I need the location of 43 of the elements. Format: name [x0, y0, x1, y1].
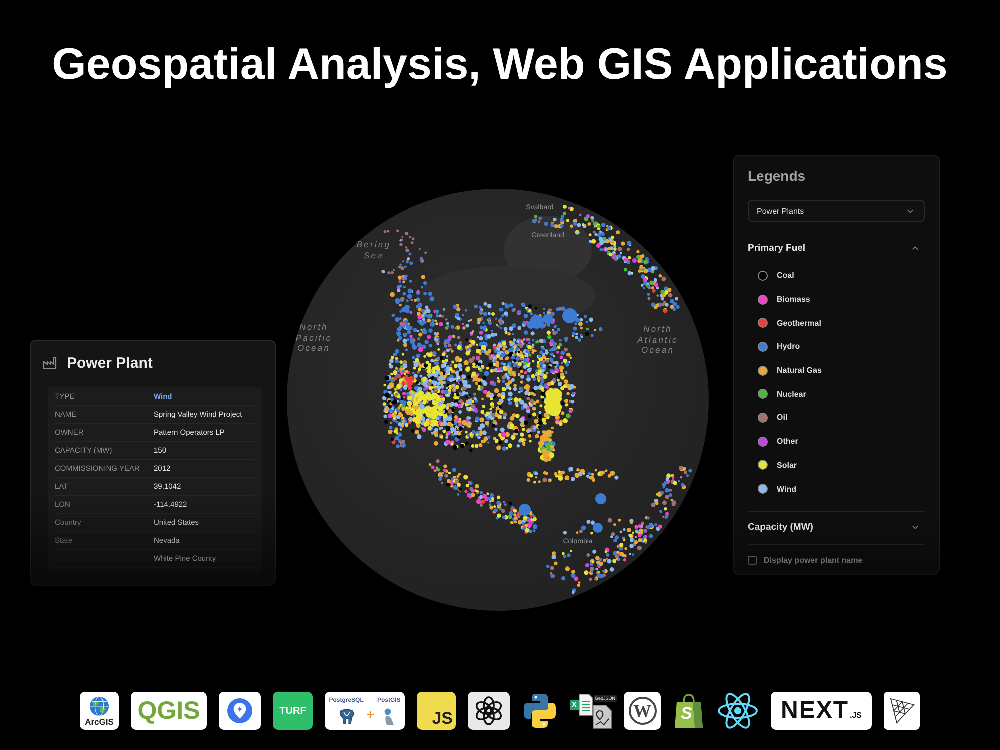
factory-icon — [43, 356, 57, 370]
panel-title: Legends — [748, 167, 806, 186]
logo-tile: QGIS — [131, 692, 207, 730]
figure-icon — [382, 708, 396, 726]
section-header[interactable]: Capacity (MW) — [748, 520, 925, 536]
legend-label: Oil — [777, 413, 788, 422]
logo-caption: ArcGIS — [85, 716, 114, 726]
letter-ring-logo: W — [628, 697, 656, 725]
knot-logo-icon — [468, 692, 510, 730]
checkbox[interactable] — [748, 556, 757, 565]
layer-dropdown[interactable]: Power Plants — [748, 200, 925, 222]
panel-title: Power Plant — [67, 354, 153, 372]
logo-wordmark: NEXT — [780, 698, 849, 724]
page-title: Geospatial Analysis, Web GIS Applications — [52, 40, 948, 90]
pin-bubble-icon — [219, 692, 261, 730]
map-label: North Atlantic Ocean — [638, 324, 678, 356]
snake-logo-icon — [522, 692, 558, 730]
legend-label: Wind — [777, 484, 796, 494]
shopping-bag-icon — [674, 693, 704, 729]
logo-suffix: .JS — [850, 711, 862, 720]
legend-label: Hydro — [777, 342, 800, 352]
globe-icon — [89, 696, 110, 716]
elephant-icon — [338, 708, 356, 726]
legend-label: Other — [777, 437, 798, 446]
map-document-icon — [593, 705, 612, 729]
legend-label: Coal — [777, 271, 794, 280]
legend-label: Solar — [777, 460, 798, 470]
chevron-down-icon — [907, 208, 914, 214]
atom-icon — [717, 692, 759, 730]
spreadsheet-icon — [579, 694, 593, 716]
plus-sign: + — [366, 706, 374, 722]
legend-label: Geothermal — [777, 318, 822, 328]
map-label: North Pacific Ocean — [296, 322, 332, 354]
map-label: Bering Sea — [356, 239, 392, 261]
bag-letter: S — [681, 705, 692, 723]
triangle-mesh-icon — [884, 692, 920, 730]
legend-label: Natural Gas — [777, 366, 822, 376]
section-header[interactable]: Primary Fuel — [748, 240, 925, 256]
logo-tile: JS — [417, 692, 456, 730]
logo-tile: TURF — [273, 692, 313, 730]
legend-label: Nuclear — [777, 390, 806, 399]
legend-label: Biomass — [777, 295, 810, 304]
checkbox-label: Display power plant name — [764, 556, 863, 565]
